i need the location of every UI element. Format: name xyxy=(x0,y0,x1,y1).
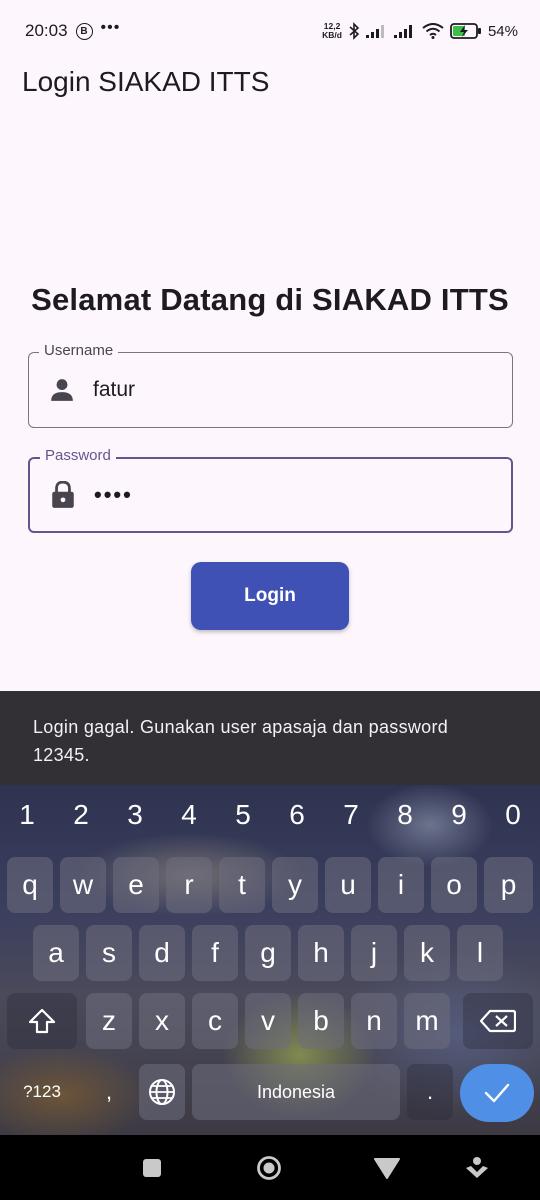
battery-percent: 54% xyxy=(487,22,518,40)
key-m[interactable]: m xyxy=(404,993,450,1049)
key-k[interactable]: k xyxy=(404,925,450,981)
password-field[interactable]: Password •••• xyxy=(28,447,513,533)
globe-icon xyxy=(149,1079,175,1105)
key-1[interactable]: 1 xyxy=(0,785,54,845)
network-speed: 12,2 KB/d xyxy=(322,22,342,40)
keyboard-hide-button[interactable] xyxy=(464,1155,490,1181)
app-bar-title: Login SIAKAD ITTS xyxy=(22,66,270,97)
key-v[interactable]: v xyxy=(245,993,291,1049)
comma-key[interactable]: , xyxy=(86,1064,132,1120)
key-r[interactable]: r xyxy=(166,857,212,913)
welcome-heading: Selamat Datang di SIAKAD ITTS xyxy=(31,282,509,317)
key-l[interactable]: l xyxy=(457,925,503,981)
soft-keyboard: 1 2 3 4 5 6 7 8 9 0 q w e r t y u i o p … xyxy=(0,785,540,1135)
enter-key[interactable] xyxy=(460,1064,534,1122)
lock-icon xyxy=(52,481,74,508)
key-6[interactable]: 6 xyxy=(270,785,324,845)
key-5[interactable]: 5 xyxy=(216,785,270,845)
keyboard-hide-icon xyxy=(466,1157,488,1178)
key-x[interactable]: x xyxy=(139,993,185,1049)
triangle-down-icon xyxy=(374,1158,400,1179)
signal-icon xyxy=(365,25,384,38)
more-notifications-icon: ••• xyxy=(100,19,121,36)
username-field[interactable]: Username fatur xyxy=(28,342,513,428)
key-g[interactable]: g xyxy=(245,925,291,981)
home-circle-icon xyxy=(257,1156,281,1180)
person-icon xyxy=(51,379,73,401)
key-b[interactable]: b xyxy=(298,993,344,1049)
backspace-icon xyxy=(480,1009,516,1033)
home-button[interactable] xyxy=(256,1155,282,1181)
key-s[interactable]: s xyxy=(86,925,132,981)
back-button[interactable] xyxy=(374,1155,400,1181)
square-icon xyxy=(143,1159,161,1177)
key-w[interactable]: w xyxy=(60,857,106,913)
key-e[interactable]: e xyxy=(113,857,159,913)
key-p[interactable]: p xyxy=(484,857,533,913)
key-j[interactable]: j xyxy=(351,925,397,981)
password-label: Password xyxy=(40,447,116,464)
key-u[interactable]: u xyxy=(325,857,371,913)
period-key[interactable]: . xyxy=(407,1064,453,1120)
status-time: 20:03 xyxy=(25,21,68,40)
language-key[interactable] xyxy=(139,1064,185,1120)
backspace-key[interactable] xyxy=(463,993,533,1049)
key-d[interactable]: d xyxy=(139,925,185,981)
key-4[interactable]: 4 xyxy=(162,785,216,845)
checkmark-icon xyxy=(484,1083,510,1103)
shift-icon xyxy=(28,1008,56,1034)
network-speed-unit: KB/d xyxy=(322,30,342,40)
status-bar: 20:03 B ••• 12,2 KB/d 54% xyxy=(0,0,540,62)
key-3[interactable]: 3 xyxy=(108,785,162,845)
username-label: Username xyxy=(39,342,119,359)
key-2[interactable]: 2 xyxy=(54,785,108,845)
key-n[interactable]: n xyxy=(351,993,397,1049)
recents-button[interactable] xyxy=(139,1155,165,1181)
key-7[interactable]: 7 xyxy=(324,785,378,845)
key-t[interactable]: t xyxy=(219,857,265,913)
shift-key[interactable] xyxy=(7,993,77,1049)
snackbar-message: Login gagal. Gunakan user apasaja dan pa… xyxy=(0,691,540,785)
login-button[interactable]: Login xyxy=(191,562,349,630)
key-i[interactable]: i xyxy=(378,857,424,913)
number-row: 1 2 3 4 5 6 7 8 9 0 xyxy=(0,785,540,845)
username-value[interactable]: fatur xyxy=(93,378,135,402)
wifi-icon xyxy=(422,23,444,39)
key-8[interactable]: 8 xyxy=(378,785,432,845)
navigation-bar xyxy=(0,1135,540,1200)
signal-2-icon xyxy=(393,25,412,38)
space-key[interactable]: Indonesia xyxy=(192,1064,400,1120)
key-y[interactable]: y xyxy=(272,857,318,913)
key-9[interactable]: 9 xyxy=(432,785,486,845)
symbols-key[interactable]: ?123 xyxy=(7,1064,77,1120)
key-0[interactable]: 0 xyxy=(486,785,540,845)
key-f[interactable]: f xyxy=(192,925,238,981)
password-value[interactable]: •••• xyxy=(94,482,133,508)
key-q[interactable]: q xyxy=(7,857,53,913)
bluetooth-icon xyxy=(349,22,360,40)
key-a[interactable]: a xyxy=(33,925,79,981)
key-c[interactable]: c xyxy=(192,993,238,1049)
battery-charging-icon xyxy=(450,23,481,39)
key-o[interactable]: o xyxy=(431,857,477,913)
b-badge-icon: B xyxy=(75,22,93,40)
key-h[interactable]: h xyxy=(298,925,344,981)
key-z[interactable]: z xyxy=(86,993,132,1049)
